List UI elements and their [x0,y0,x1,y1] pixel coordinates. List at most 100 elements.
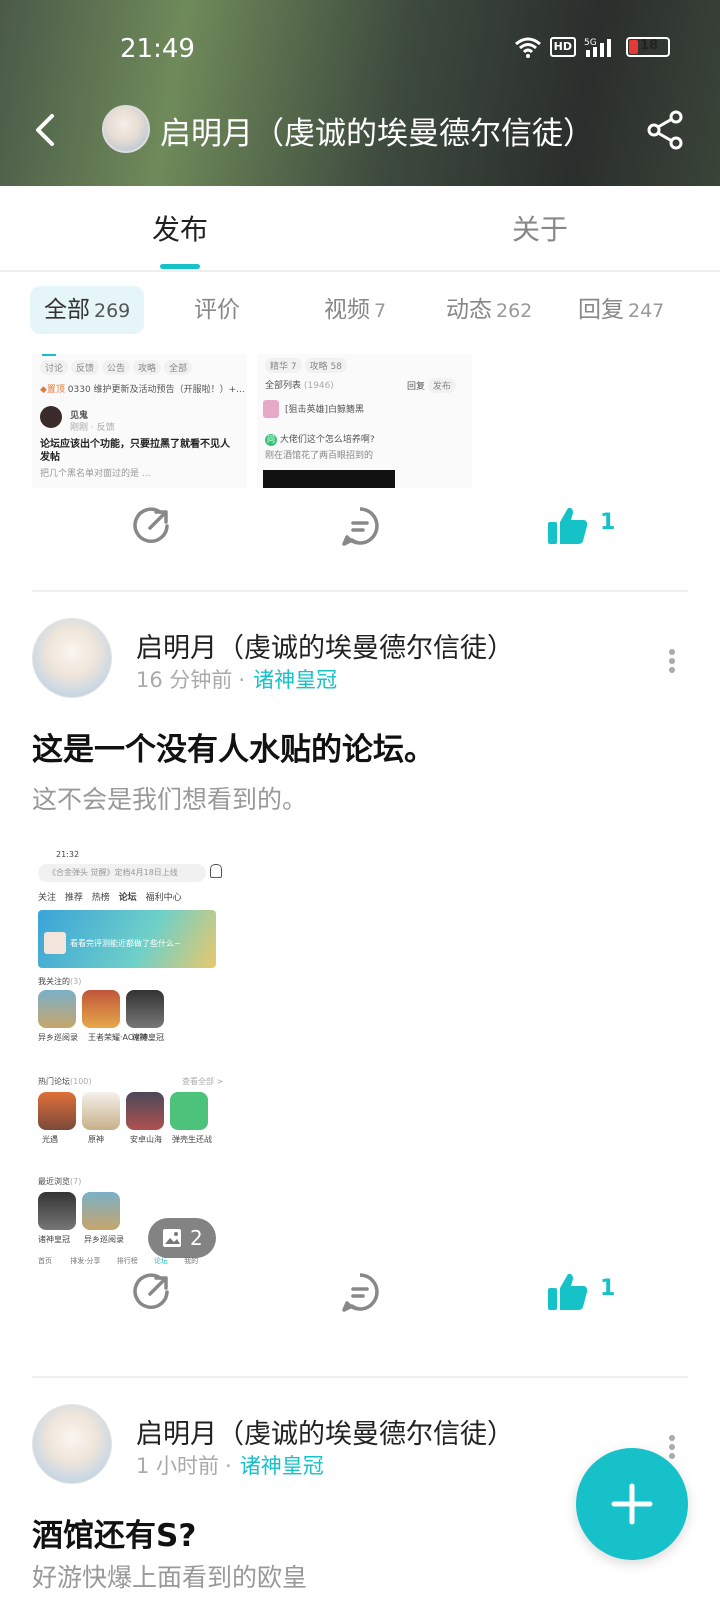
filter-replies[interactable]: 回复 247 [564,286,678,334]
more-options-icon[interactable] [668,648,676,674]
thumb-pills: 讨论 反馈 公告 攻略 全部 [40,360,195,375]
thumb-pill: 讨论 [40,360,69,375]
filter-count: 7 [374,300,387,322]
shot-tab: 推荐 [64,893,83,903]
shot-hot-icon [126,1092,164,1130]
post-actions: 1 [0,1262,720,1322]
post-divider [32,1376,688,1378]
profile-header: 21:49 HD 5G 18 启明月（虔诚的埃曼德尔信徒） [0,0,720,186]
post-body: 好游快爆上面看到的欧皇 [32,1563,308,1592]
image-stack-icon [163,1229,181,1247]
filter-label: 回复 [578,297,624,323]
status-time: 21:49 [120,34,195,64]
post-meta: 1 小时前 · 诸神皇冠 [136,1450,324,1480]
thumb2-question: 问 大佬们这个怎么培养啊? [265,434,375,446]
thumb2-list-count: (1946) [303,381,334,391]
thumb2-sort-inactive: 发布 [427,378,456,393]
thumbnail-image-1[interactable]: 讨论 反馈 公告 攻略 全部 ◆置顶 0330 维护更新及活动预告（开服啦！）+... … [32,354,247,488]
shot-recent-icon [38,1192,76,1230]
shot-search-bar: 《合金弹头 觉醒》定档4月18日上线 [38,864,206,882]
shot-hot-count: (100) [70,1077,92,1086]
filter-moments[interactable]: 动态 262 [432,286,546,334]
thumb-indicator [42,354,56,356]
thumb-notice: ◆置顶 0330 维护更新及活动预告（开服啦！）+... [40,385,245,395]
like-count: 1 [600,510,616,535]
shot-banner: 看看完评测能近都做了些什么~ [38,910,216,968]
shot-tabs: 关注 推荐 热榜 论坛 福利中心 [38,890,182,903]
shot-tab: 关注 [38,893,57,903]
filter-video[interactable]: 视频 7 [310,286,400,334]
filter-label: 全部 [44,297,90,323]
filter-label: 评价 [194,297,240,323]
shot-banner-text: 看看完评测能近都做了些什么~ [70,939,181,948]
shot-follow-icon [82,990,120,1028]
user-avatar[interactable] [102,105,150,153]
like-icon[interactable] [546,504,590,548]
shot-tab: 论坛 [118,893,137,903]
status-bar: 21:49 HD 5G 18 [0,30,720,70]
thumb2-list-header: 全部列表 (1946) [265,378,334,391]
post-title: 这是一个没有人水贴的论坛。 [32,732,435,768]
thumb-post-body: 把几个黑名单对面过的是 ... [40,469,151,479]
back-arrow-icon[interactable] [28,108,68,152]
filter-all[interactable]: 全部 269 [30,286,145,334]
post-forum-link[interactable]: 诸神皇冠 [253,668,337,692]
shot-bell-icon [210,864,222,878]
thumb2-user-avatar [263,400,279,418]
comment-icon[interactable] [338,504,382,548]
tab-about[interactable]: 关于 [512,208,568,248]
meta-separator: · [238,668,246,692]
shot-hot-more: 查看全部 > [182,1077,224,1086]
thumb-pill: 全部 [164,360,193,375]
shot-hot-item: 弹壳生还战 [172,1135,212,1144]
avatar[interactable] [32,618,112,698]
shot-hot-icon [170,1092,208,1130]
image-count-badge[interactable]: 2 [148,1218,216,1258]
filter-label: 视频 [324,297,370,323]
shot-follow-label: 我关注的 [38,977,70,986]
svg-text:5G: 5G [584,38,597,48]
post-author[interactable]: 启明月（虔诚的埃曼德尔信徒） [136,1412,514,1451]
filter-count: 247 [628,300,665,322]
post-image[interactable]: 21:32 《合金弹头 觉醒》定档4月18日上线 关注 推荐 热榜 论坛 福利中… [32,846,228,1278]
like-count: 1 [600,1276,616,1301]
shot-search-text: 《合金弹头 觉醒》定档4月18日上线 [48,868,178,877]
status-icons: HD 5G 18 [514,36,670,58]
tab-publish[interactable]: 发布 [152,208,208,248]
shot-hot-item: 安卓山海 [130,1135,162,1144]
share-post-icon[interactable] [130,504,174,548]
create-post-button[interactable] [576,1448,688,1560]
post-actions: 1 [0,496,720,556]
comment-icon[interactable] [338,1270,382,1314]
filter-label: 动态 [446,297,492,323]
shot-recent-header: 最近浏览(7) [38,1176,81,1187]
page-title: 启明月（虔诚的埃曼德尔信徒） [160,116,594,152]
shot-hot-label: 热门论坛 [38,1077,70,1086]
signal-icon: 5G [584,38,611,57]
avatar[interactable] [32,1404,112,1484]
post-divider [32,590,688,592]
post-forum-link[interactable]: 诸神皇冠 [240,1454,324,1478]
shot-follow-item: 异乡巡阅录 [38,1033,78,1042]
shot-recent-item: 诸神皇冠 [38,1235,70,1244]
shot-follow-header: 我关注的(3) [38,976,81,987]
filter-count: 262 [496,300,533,322]
battery-level: 18 [640,38,659,53]
thumbnail-image-2[interactable]: 精华 7 攻略 58 全部列表 (1946) 回复 发布 [狙击英雄]白鲸鳍黑 问… [257,354,472,488]
post-author[interactable]: 启明月（虔诚的埃曼德尔信徒） [136,626,514,665]
title-bar: 启明月（虔诚的埃曼德尔信徒） [0,100,720,160]
thumb2-sort-active: 回复 [407,382,426,392]
filter-review[interactable]: 评价 [180,286,254,334]
shot-tab: 福利中心 [145,893,182,903]
thumb-user-avatar [40,406,62,428]
share-post-icon[interactable] [130,1270,174,1314]
shot-recent-label: 最近浏览 [38,1177,70,1186]
shot-banner-avatar [44,932,66,954]
like-icon[interactable] [546,1270,590,1314]
battery-icon: 18 [626,37,670,57]
post-image-thumbnails: 讨论 反馈 公告 攻略 全部 ◆置顶 0330 维护更新及活动预告（开服啦！）+... … [32,354,472,488]
thumb-pill: 反馈 [71,360,100,375]
thumb-pill: 攻略 [133,360,162,375]
shot-follow-icon [38,990,76,1028]
share-icon[interactable] [644,108,688,152]
